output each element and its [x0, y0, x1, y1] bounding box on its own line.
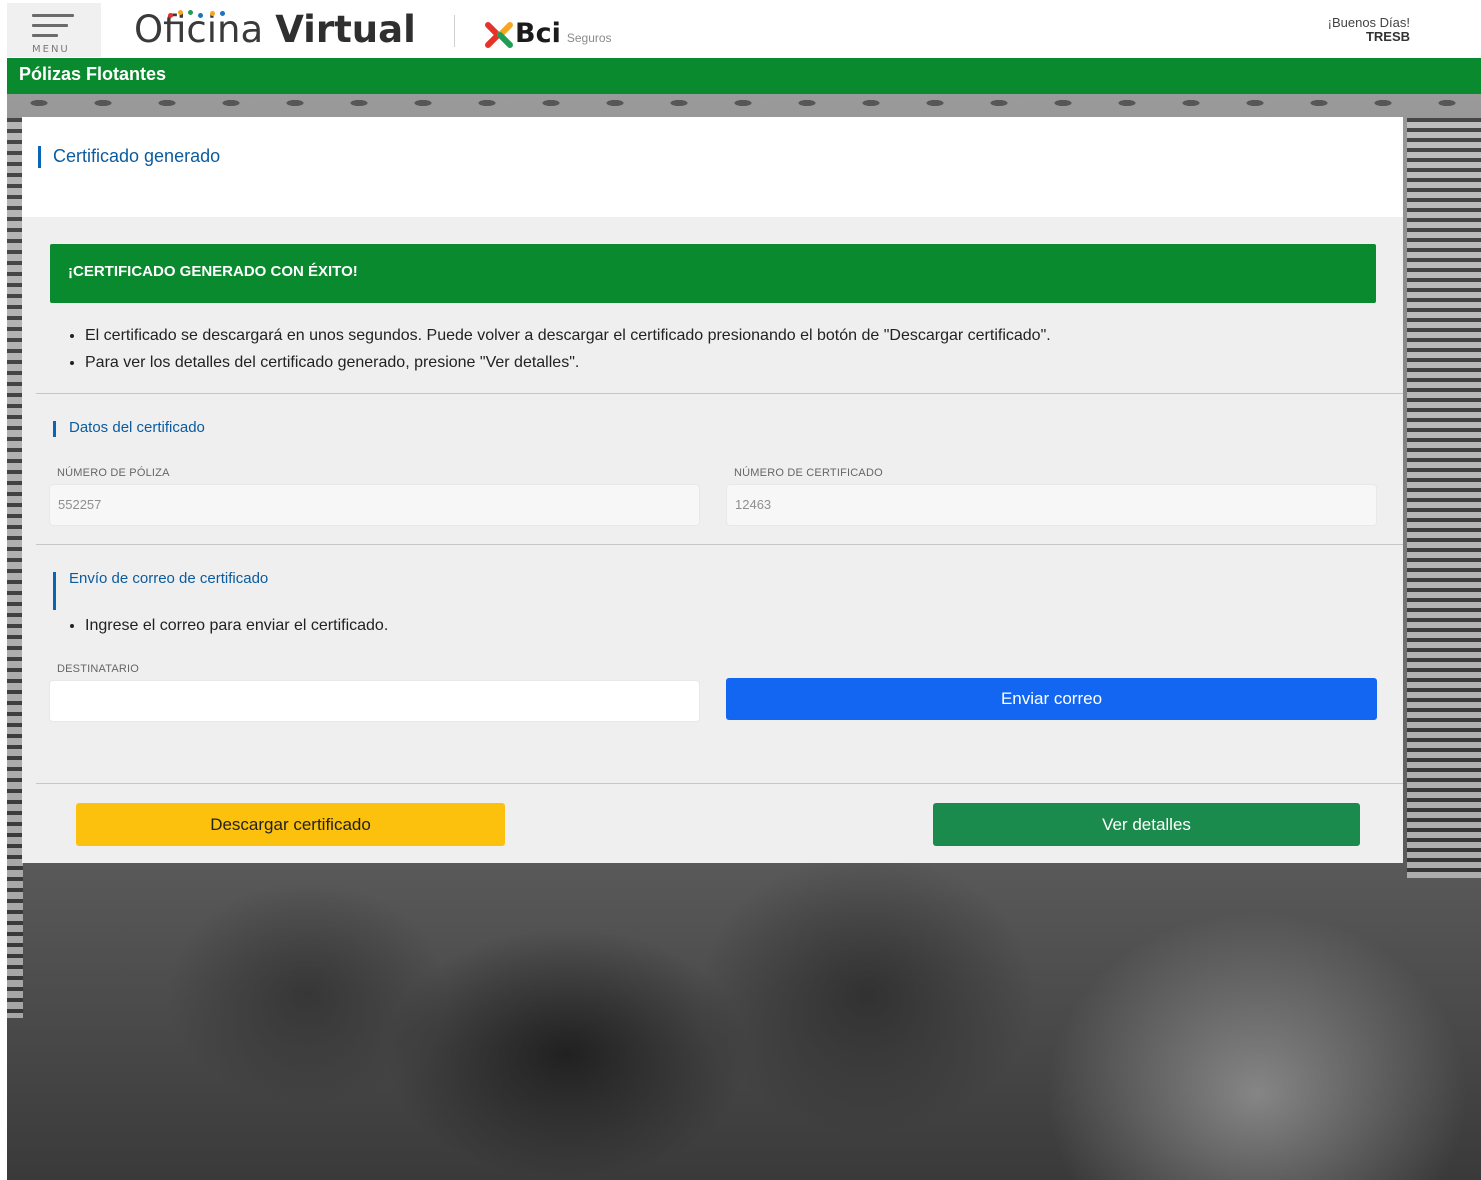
hamburger-menu-icon: [32, 14, 74, 17]
user-name: TRESB: [1365, 29, 1410, 44]
partner-sub: Seguros: [566, 31, 612, 45]
top-header: MENU Oficina Virtual Bci Seguros ¡Buenos…: [7, 0, 1481, 58]
section-divider: [36, 393, 1403, 394]
certificate-number-label: NÚMERO DE CERTIFICADO: [734, 467, 883, 479]
section-divider: [36, 544, 1403, 545]
user-greeting: ¡Buenos Días! TRESB: [1328, 16, 1410, 44]
subhead-accent-bar: [53, 421, 56, 437]
info-item: El certificado se descargará en unos seg…: [85, 322, 1051, 349]
brand-logo: Oficina Virtual: [134, 8, 416, 52]
recipient-email-input[interactable]: [49, 680, 700, 722]
email-instructions: Ingrese el correo para enviar el certifi…: [66, 612, 388, 639]
card-title: Certificado generado: [53, 146, 221, 166]
email-instruction-item: Ingrese el correo para enviar el certifi…: [85, 612, 388, 639]
title-accent-bar: [38, 146, 41, 168]
certificate-number-field: 12463: [726, 484, 1377, 526]
data-section-title: Datos del certificado: [69, 419, 205, 436]
hamburger-menu-icon-line: [32, 34, 58, 37]
background-ceiling-pattern: [7, 94, 1481, 118]
hamburger-menu-icon-line: [32, 24, 68, 27]
certificate-card: Certificado generado ¡CERTIFICADO GENERA…: [22, 117, 1403, 863]
greeting-text: ¡Buenos Días!: [1327, 15, 1410, 30]
view-details-button[interactable]: Ver detalles: [933, 803, 1360, 846]
recipient-label: DESTINATARIO: [57, 663, 140, 675]
info-item: Para ver los detalles del certificado ge…: [85, 349, 1051, 376]
header-divider: [454, 15, 455, 47]
section-divider: [36, 783, 1403, 784]
policy-number-field: 552257: [49, 484, 700, 526]
menu-label: MENU: [32, 44, 70, 55]
success-alert: ¡CERTIFICADO GENERADO CON ÉXITO!: [50, 244, 1376, 303]
partner-logo: Bci Seguros: [485, 18, 612, 48]
subhead-accent-bar: [53, 572, 56, 610]
bci-x-logo-icon: [485, 22, 513, 48]
send-email-button[interactable]: Enviar correo: [726, 678, 1377, 720]
brand-bold-text: Virtual: [275, 8, 416, 51]
brand-dots-icon: [168, 10, 228, 18]
background-blinds-left: [7, 118, 23, 1018]
section-title: Pólizas Flotantes: [19, 64, 167, 84]
info-list: El certificado se descargará en unos seg…: [66, 322, 1051, 376]
success-message: ¡CERTIFICADO GENERADO CON ÉXITO!: [68, 263, 358, 280]
background-blinds-right: [1407, 118, 1481, 878]
card-header: Certificado generado: [22, 117, 1403, 217]
partner-name: Bci: [515, 18, 561, 49]
download-certificate-button[interactable]: Descargar certificado: [76, 803, 505, 846]
menu-button[interactable]: MENU: [7, 3, 101, 57]
section-bar: Pólizas Flotantes: [7, 58, 1481, 94]
policy-number-label: NÚMERO DE PÓLIZA: [57, 467, 170, 479]
email-section-title: Envío de correo de certificado: [69, 570, 269, 587]
